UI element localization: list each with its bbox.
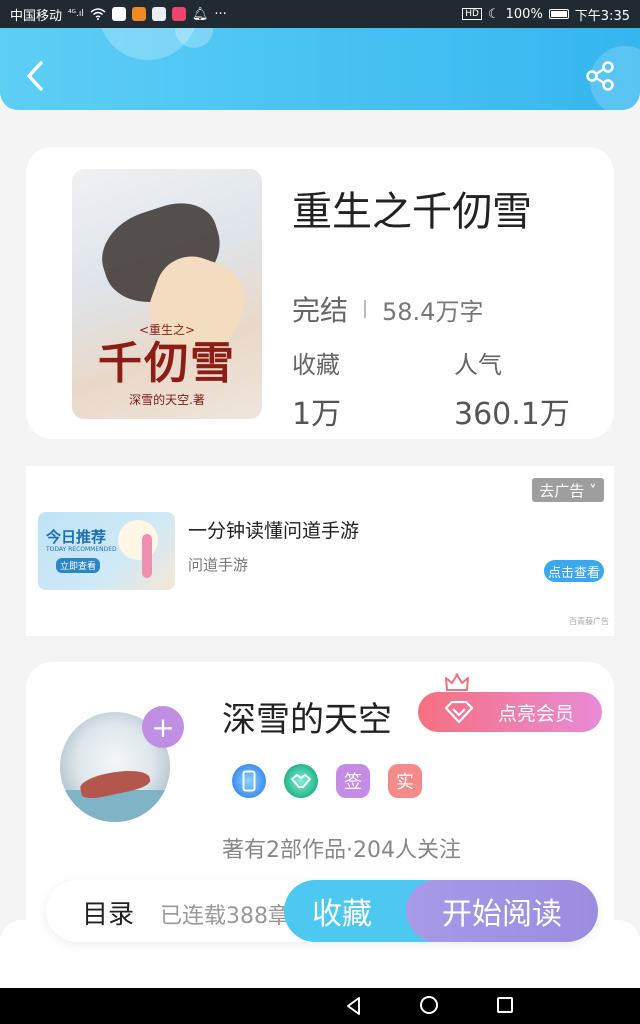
book-cover[interactable]: <重生之> 千仞雪 深雪的天空.著 [72, 169, 262, 419]
system-nav-bar [0, 988, 640, 1024]
status-bar: 中国移动 ⁴ᴳ.ıl 🔔︎ ··· HD ☾ 100% 下午3:35 [0, 0, 640, 28]
ad-art [142, 534, 152, 578]
app-notification-icon [111, 7, 126, 21]
activate-vip-button[interactable]: 点亮会员 [418, 692, 602, 732]
diamond-icon [444, 701, 474, 723]
battery-percent: 100% [505, 6, 543, 22]
phone-verified-badge-icon[interactable] [232, 764, 266, 798]
clock: 下午3:35 [574, 8, 630, 24]
author-name[interactable]: 深雪的天空 [222, 692, 392, 741]
app-notification-icon [171, 7, 186, 21]
cover-author: 深雪的天空.著 [129, 393, 205, 407]
ad-image-subtitle: TODAY RECOMMENDED [46, 546, 117, 553]
carrier-label: 中国移动 [10, 8, 63, 24]
real-name-badge[interactable]: 实 [388, 764, 422, 798]
divider [364, 300, 367, 318]
app-notification-icon [131, 7, 146, 21]
more-icon: ··· [214, 6, 227, 22]
plus-icon: + [151, 710, 175, 744]
signal-icon: ⁴ᴳ.ıl [68, 9, 84, 19]
wifi-icon [90, 8, 106, 20]
ad-title[interactable]: 一分钟读懂问道手游 [188, 516, 359, 543]
author-stats: 著有2部作品·204人关注 [222, 838, 461, 863]
signed-author-badge[interactable]: 签 [336, 764, 370, 798]
favorites-label: 收藏 [292, 351, 340, 379]
ad-image-title: 今日推荐 [46, 528, 107, 546]
book-title: 重生之千仞雪 [292, 189, 532, 235]
app-notification-icon [151, 7, 166, 21]
avatar-art [60, 790, 170, 822]
bottom-action-bar: 目录 已连载388章 收藏 开始阅读 [46, 880, 598, 942]
ad-source: 问道手游 [188, 556, 249, 574]
follow-button[interactable]: + [142, 706, 184, 748]
ad-image[interactable]: 今日推荐 TODAY RECOMMENDED 立即查看 [38, 512, 175, 590]
cover-title: 千仞雪 [98, 338, 236, 389]
chevron-left-icon [27, 61, 43, 91]
header-bar: 中国移动 ⁴ᴳ.ıl 🔔︎ ··· HD ☾ 100% 下午3:35 [0, 0, 640, 110]
toc-button[interactable]: 目录 [82, 894, 134, 931]
nav-back-icon[interactable] [344, 996, 364, 1016]
ad-card[interactable]: 去广告 ˅ 今日推荐 TODAY RECOMMENDED 立即查看 一分钟读懂问… [26, 466, 614, 636]
author-badges: 签 实 [232, 764, 422, 798]
word-count: 58.4万字 [382, 297, 484, 326]
battery-icon [548, 9, 569, 19]
serial-status[interactable]: 已连载388章 [160, 898, 286, 930]
ad-cta-button[interactable]: 点击查看 [544, 560, 604, 582]
nav-home-icon[interactable] [420, 996, 438, 1014]
completion-status: 完结 [292, 294, 349, 327]
remove-ad-button[interactable]: 去广告 ˅ [532, 478, 604, 502]
ad-art [118, 520, 158, 560]
share-icon [586, 61, 614, 91]
handshake-badge-icon[interactable] [284, 764, 318, 798]
ad-image-button: 立即查看 [56, 558, 101, 573]
crown-icon [445, 673, 469, 691]
popularity-label: 人气 [454, 351, 502, 379]
popularity-count: 360.1万 [454, 397, 570, 432]
moon-icon: ☾ [487, 6, 500, 22]
book-info-card: <重生之> 千仞雪 深雪的天空.著 重生之千仞雪 完结 58.4万字 收藏 人气… [26, 147, 614, 439]
favorites-count: 1万 [292, 397, 342, 432]
nav-recents-icon[interactable] [497, 997, 513, 1013]
ad-mark: 百青藤广告 [569, 617, 609, 626]
bell-icon: 🔔︎ [191, 6, 209, 22]
book-status-line: 完结 58.4万字 [292, 289, 483, 329]
vip-button-label: 点亮会员 [497, 702, 574, 725]
share-button[interactable] [580, 58, 620, 94]
start-reading-button[interactable]: 开始阅读 [406, 880, 598, 942]
back-button[interactable] [18, 56, 52, 96]
hd-icon: HD [462, 8, 482, 20]
